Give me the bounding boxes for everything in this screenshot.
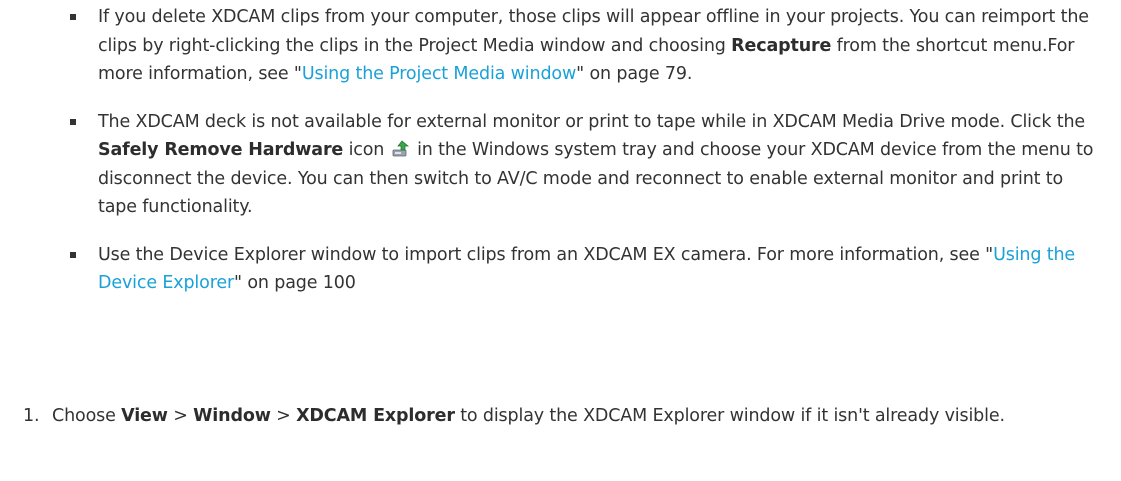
view-menu-label: View <box>121 406 168 426</box>
step-text: > <box>167 406 194 426</box>
list-item: 1. Choose View > Window > XDCAM Explorer… <box>20 402 1110 431</box>
bullet-text: Use the Device Explorer window to import… <box>98 244 994 265</box>
bullet-text: icon <box>343 140 385 160</box>
bullet-text: " on page 79. <box>576 64 693 84</box>
window-menu-label: Window <box>193 406 271 426</box>
xdcam-explorer-menu-label: XDCAM Explorer <box>296 406 455 426</box>
list-item: If you delete XDCAM clips from your comp… <box>64 3 1104 89</box>
bullet-text: " on page 100 <box>234 273 356 293</box>
list-item: The XDCAM deck is not available for exte… <box>64 108 1104 222</box>
bullet-marker <box>70 251 76 258</box>
using-project-media-window-link[interactable]: Using the Project Media window <box>302 64 576 84</box>
step-text: to display the XDCAM Explorer window if … <box>454 406 1005 426</box>
notes-bullet-list: If you delete XDCAM clips from your comp… <box>64 3 1104 298</box>
bullet-marker <box>70 118 76 125</box>
bullet-marker <box>70 14 76 20</box>
step-number: 1. <box>23 406 40 426</box>
recapture-menu-command: Recapture <box>731 35 832 56</box>
step-text: > <box>270 406 297 426</box>
bullet-text: The XDCAM deck is not available for exte… <box>98 111 1086 132</box>
safely-remove-hardware-label: Safely Remove Hardware <box>98 140 344 160</box>
step-text: Choose <box>52 406 122 426</box>
safely-remove-hardware-icon <box>392 140 409 157</box>
list-item: Use the Device Explorer window to import… <box>64 241 1104 298</box>
procedure-step-list: 1. Choose View > Window > XDCAM Explorer… <box>20 402 1110 431</box>
document-page: If you delete XDCAM clips from your comp… <box>0 0 1121 481</box>
